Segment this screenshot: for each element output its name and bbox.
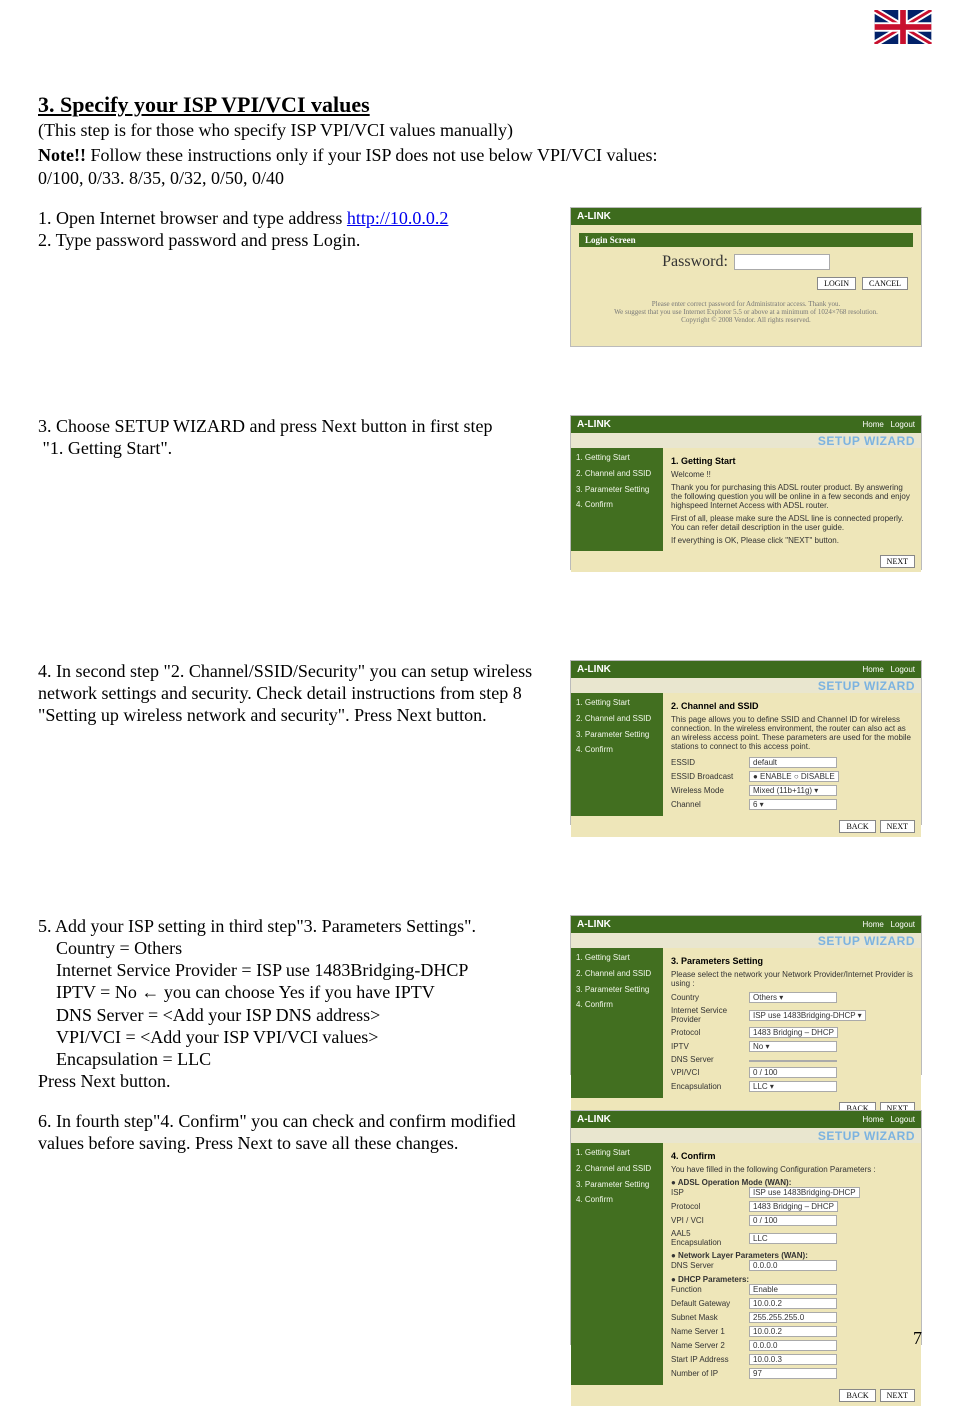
cancel-button[interactable]: CANCEL xyxy=(862,277,908,290)
router-url-link[interactable]: http://10.0.0.2 xyxy=(347,208,449,228)
step4-text: 4. In second step "2. Channel/SSID/Secur… xyxy=(38,660,556,726)
login-button[interactable]: LOGIN xyxy=(817,277,856,290)
step6-text: 6. In fourth step"4. Confirm" you can ch… xyxy=(38,1110,556,1154)
next-button[interactable]: NEXT xyxy=(880,1389,915,1402)
back-button[interactable]: BACK xyxy=(839,820,875,833)
screenshot-getting-start: A-LINKHome Logout SETUP WIZARD 1. Gettin… xyxy=(570,415,922,570)
note-line: Note!! Follow these instructions only if… xyxy=(38,145,922,166)
page-number: 7 xyxy=(913,1328,922,1349)
screenshot-channel-ssid: A-LINKHome Logout SETUP WIZARD 1. Gettin… xyxy=(570,660,922,825)
back-button[interactable]: BACK xyxy=(839,1389,875,1402)
screenshot-login: A-LINK Login Screen Password: LOGIN CANC… xyxy=(570,207,922,347)
vpi-values: 0/100, 0/33. 8/35, 0/32, 0/50, 0/40 xyxy=(38,168,922,189)
step12-text: 1. Open Internet browser and type addres… xyxy=(38,207,556,251)
login-password[interactable] xyxy=(734,254,830,270)
screenshot-parameters: A-LINKHome Logout SETUP WIZARD 1. Gettin… xyxy=(570,915,922,1075)
section-title: 3. Specify your ISP VPI/VCI values xyxy=(38,92,922,118)
screenshot-confirm: A-LINKHome Logout SETUP WIZARD 1. Gettin… xyxy=(570,1110,922,1345)
step3-text: 3. Choose SETUP WIZARD and press Next bu… xyxy=(38,415,556,459)
next-button[interactable]: NEXT xyxy=(880,820,915,833)
section-subtitle: (This step is for those who specify ISP … xyxy=(38,120,922,141)
next-button[interactable]: NEXT xyxy=(880,555,915,568)
uk-flag-icon xyxy=(874,10,932,44)
step5-text: 5. Add your ISP setting in third step"3.… xyxy=(38,915,556,1092)
